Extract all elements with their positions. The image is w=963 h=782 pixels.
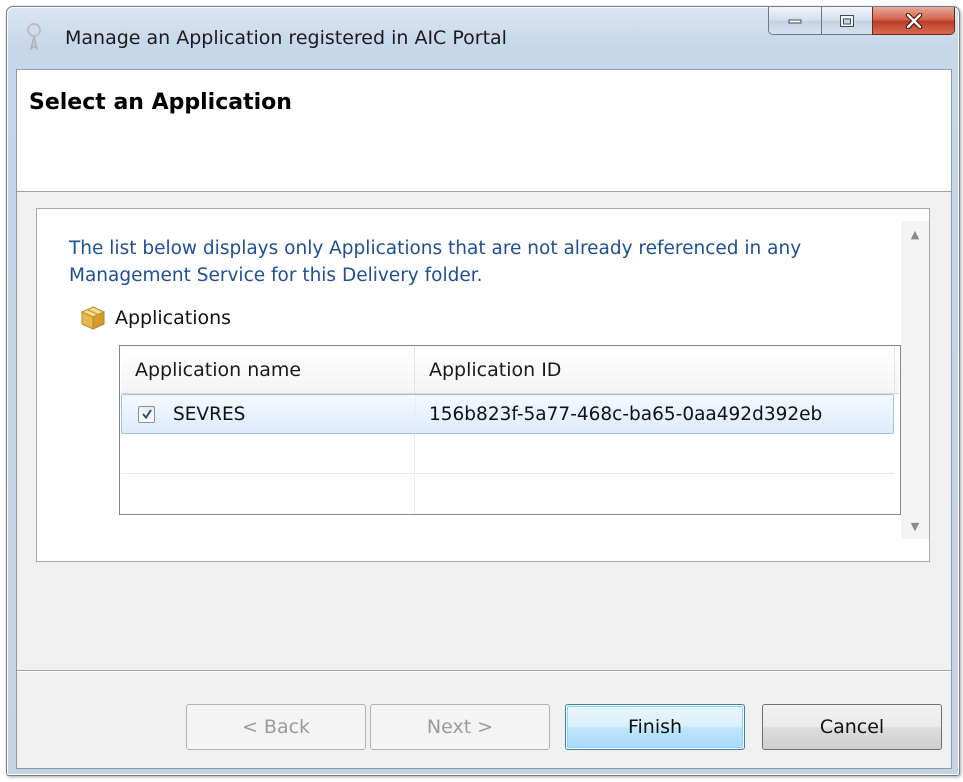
maximize-button[interactable] [821,7,873,35]
vertical-scrollbar[interactable]: ▲ ▼ [901,221,929,539]
title-bar[interactable]: Manage an Application registered in AIC … [7,7,959,69]
application-id: 156b823f-5a77-468c-ba65-0aa492d392eb [429,403,823,425]
caption-buttons [768,7,955,37]
window-title: Manage an Application registered in AIC … [65,27,507,49]
next-button[interactable]: Next > [370,704,550,750]
applications-grid[interactable]: Application name Application ID SEVRES 1… [119,345,901,515]
content-panel: The list below displays only Application… [36,208,930,562]
table-row-empty [121,434,894,474]
package-icon [80,306,106,330]
cell-empty [415,434,895,473]
row-checkbox[interactable] [138,405,155,423]
wizard-header: Select an Application [17,70,951,192]
scroll-down-arrow-icon[interactable]: ▼ [901,513,929,539]
button-separator [17,670,951,671]
grid-header: Application name Application ID [121,347,899,394]
app-icon [27,23,41,51]
wizard-client-area: Select an Application The list below dis… [16,69,952,769]
cell-application-id: 156b823f-5a77-468c-ba65-0aa492d392eb [416,395,896,433]
wizard-window: Manage an Application registered in AIC … [6,6,960,776]
maximize-icon [840,14,854,27]
page-title: Select an Application [29,90,292,115]
cell-empty [415,474,895,514]
checkmark-icon [141,409,152,420]
finish-button[interactable]: Finish [565,704,745,750]
table-row-empty [121,474,894,514]
applications-node: Applications [79,303,231,333]
column-header-application-id[interactable]: Application ID [415,347,895,393]
cell-empty [121,434,415,473]
close-icon [905,12,922,29]
minimize-icon [788,19,802,23]
close-button[interactable] [872,7,955,35]
application-name: SEVRES [173,403,246,425]
back-button[interactable]: < Back [186,704,366,750]
minimize-button[interactable] [768,7,822,35]
cell-application-name: SEVRES [122,395,416,433]
cell-empty [121,474,415,514]
applications-label: Applications [115,307,232,329]
column-header-application-name[interactable]: Application name [121,347,415,393]
info-text: The list below displays only Application… [69,238,802,286]
scroll-up-arrow-icon[interactable]: ▲ [901,221,929,247]
cancel-button[interactable]: Cancel [762,704,942,750]
table-row[interactable]: SEVRES 156b823f-5a77-468c-ba65-0aa492d39… [121,394,894,434]
